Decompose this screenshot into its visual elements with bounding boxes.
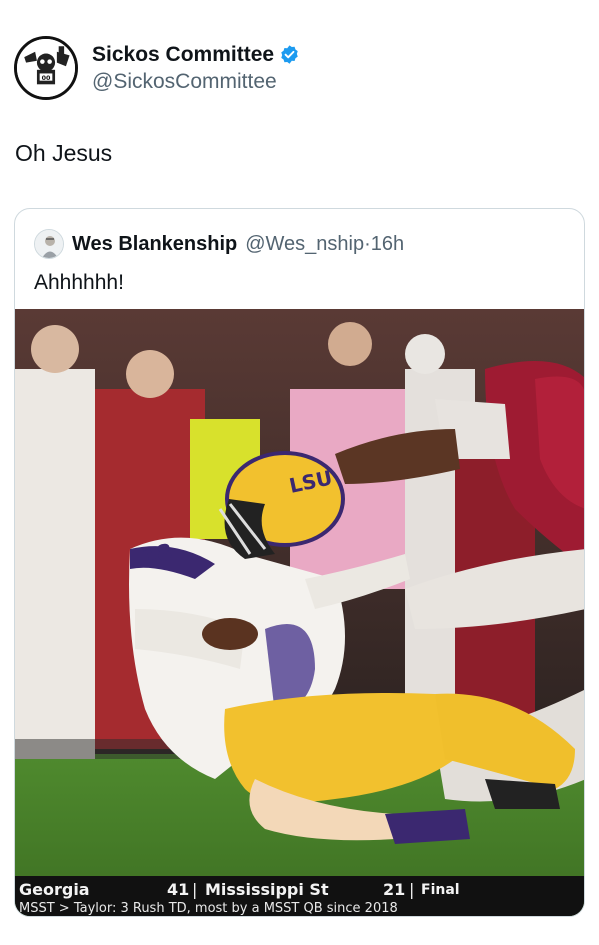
team2-score: 21 [383,880,406,899]
quoted-display-name[interactable]: Wes Blankenship [72,233,237,256]
post-text: Oh Jesus [15,140,113,166]
team1-score: 41 [167,880,190,899]
quoted-post-header: Wes Blankenship @Wes_nship·16h [34,228,404,260]
handle[interactable]: @SickosCommittee [92,70,300,94]
team1-name: Georgia [19,880,90,899]
team2-name: Mississippi St [205,880,329,899]
score-divider-2: | [409,880,415,899]
quoted-post[interactable]: Wes Blankenship @Wes_nship·16h Ahhhhhh! [14,208,585,917]
scorebug: Georgia 41 | Mississippi St 21 | Final M… [15,876,584,916]
score-ticker: MSST > Taylor: 3 Rush TD, most by a MSST… [19,901,398,916]
post-header: 00 Sickos Committee @SickosCommittee [14,34,300,102]
game-status: Final [421,882,460,898]
svg-text:00: 00 [42,75,51,82]
score-row: Georgia 41 | Mississippi St 21 | Final [15,878,584,900]
avatar[interactable]: 00 [14,36,78,100]
football-photo: 18 LSU [15,309,584,916]
wes-avatar-icon [35,230,63,258]
author-names: Sickos Committee @SickosCommittee [92,43,300,94]
quoted-separator: · [364,232,371,255]
wes-avatar[interactable] [34,229,64,259]
display-name[interactable]: Sickos Committee [92,43,274,67]
jersey-number: 18 [140,540,175,570]
score-divider-1: | [192,880,198,899]
football [202,618,258,650]
sideline-person-white [15,369,95,759]
verified-badge-icon[interactable] [279,44,300,65]
quoted-handle[interactable]: @Wes_nship [245,233,364,255]
display-name-row: Sickos Committee [92,43,300,67]
quoted-time[interactable]: 16h [371,233,404,255]
quoted-handle-time: @Wes_nship·16h [245,233,404,256]
sickos-avatar-icon: 00 [17,39,75,97]
quoted-post-text: Ahhhhhh! [34,271,124,294]
quoted-media-image[interactable]: 18 LSU Georgia 41 | Mississippi St 21 | … [15,309,584,916]
lsu-cleat [385,809,470,844]
